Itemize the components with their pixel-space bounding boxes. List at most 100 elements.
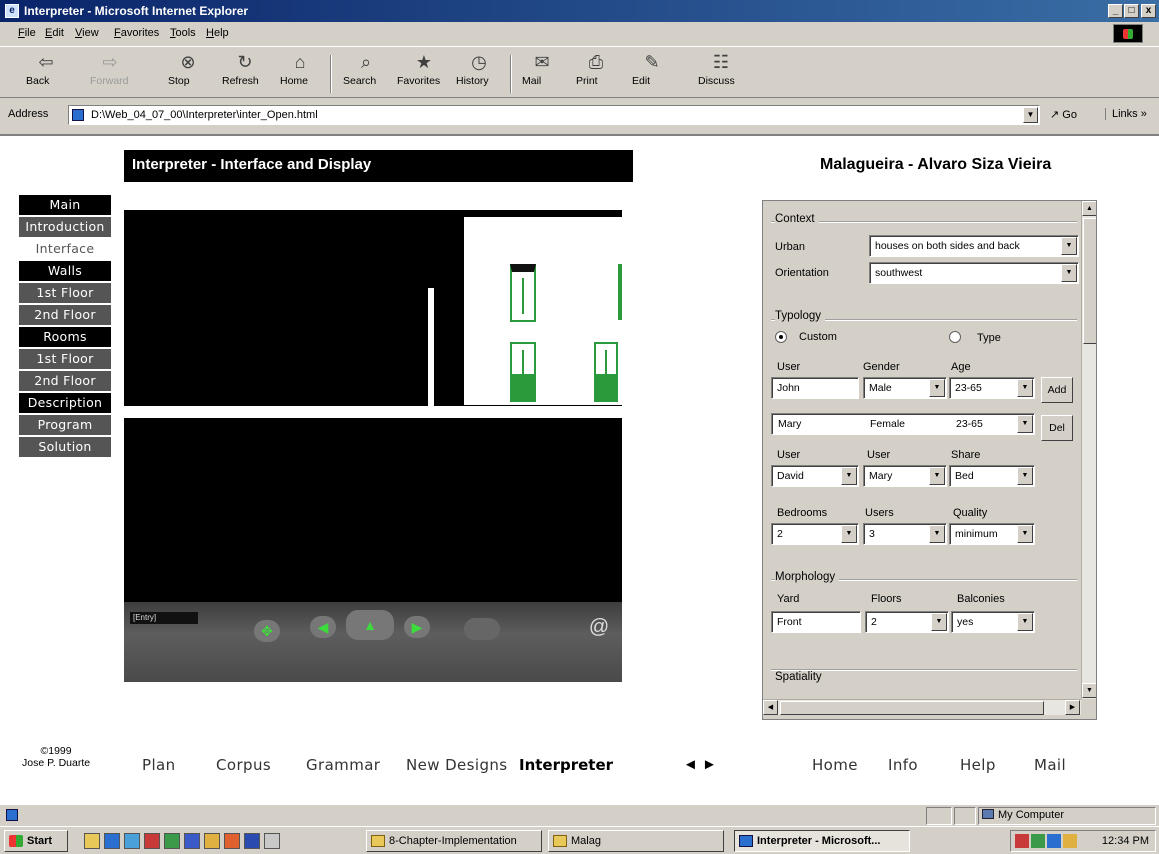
- horizontal-scrollbar[interactable]: ◀ ▶: [763, 699, 1081, 715]
- menu-help[interactable]: Help: [206, 27, 229, 39]
- refresh-button[interactable]: ↻ Refresh: [222, 51, 268, 97]
- quicklaunch-word-icon[interactable]: [244, 833, 260, 849]
- floors-select[interactable]: 2 ▼: [865, 611, 949, 633]
- 3d-viewer[interactable]: [Entry] ✥ ◀ ▲ ▶ @: [124, 210, 622, 682]
- walk-forward-icon[interactable]: ▲: [346, 610, 394, 640]
- custom-radio[interactable]: [775, 331, 787, 343]
- tray-icon[interactable]: [1047, 834, 1061, 848]
- share-user2-select[interactable]: Mary ▼: [863, 465, 947, 487]
- scroll-thumb[interactable]: [1083, 218, 1096, 344]
- nav-main[interactable]: Main: [19, 195, 111, 215]
- prev-next-arrows-icon[interactable]: ◄ ►: [683, 756, 717, 773]
- nav-program[interactable]: Program: [19, 415, 111, 435]
- pan-control-icon[interactable]: ✥: [254, 620, 280, 642]
- back-button[interactable]: ⇦ Back: [26, 51, 66, 97]
- footer-link-corpus[interactable]: Corpus: [216, 756, 271, 774]
- menu-file[interactable]: File: [18, 27, 36, 39]
- quicklaunch-outlook-icon[interactable]: [124, 833, 140, 849]
- footer-link-home[interactable]: Home: [812, 756, 858, 774]
- history-button[interactable]: ◷ History: [456, 51, 502, 97]
- users-count-select[interactable]: 3 ▼: [863, 523, 947, 545]
- menu-favorites[interactable]: Favorites: [114, 27, 159, 39]
- quality-select[interactable]: minimum ▼: [949, 523, 1035, 545]
- tray-icon[interactable]: [1031, 834, 1045, 848]
- footer-link-help[interactable]: Help: [960, 756, 996, 774]
- share-select[interactable]: Bed ▼: [949, 465, 1035, 487]
- quicklaunch-app-icon[interactable]: [204, 833, 220, 849]
- task-button-internet-explorer[interactable]: Interpreter - Microsoft...: [734, 830, 910, 852]
- study-control-icon[interactable]: [464, 618, 500, 640]
- footer-link-plan[interactable]: Plan: [142, 756, 176, 774]
- menu-edit[interactable]: Edit: [45, 27, 64, 39]
- add-user-button[interactable]: Add: [1041, 377, 1073, 403]
- quicklaunch-ie-icon[interactable]: [104, 833, 120, 849]
- minimize-button[interactable]: _: [1108, 4, 1123, 18]
- tray-icon[interactable]: [1015, 834, 1029, 848]
- footer-link-new-designs[interactable]: New Designs: [406, 756, 508, 774]
- quicklaunch-app-icon[interactable]: [144, 833, 160, 849]
- scroll-thumb[interactable]: [780, 701, 1044, 715]
- footer-link-info[interactable]: Info: [888, 756, 918, 774]
- turn-right-icon[interactable]: ▶: [404, 616, 430, 638]
- home-button[interactable]: ⌂ Home: [280, 51, 320, 97]
- quicklaunch-app-icon[interactable]: [184, 833, 200, 849]
- task-button-malag-folder[interactable]: Malag: [548, 830, 724, 852]
- delete-user-button[interactable]: Del: [1041, 415, 1073, 441]
- volume-icon[interactable]: [1063, 834, 1077, 848]
- gender-select[interactable]: Male ▼: [863, 377, 947, 399]
- favorites-button[interactable]: ★ Favorites: [397, 51, 451, 97]
- nav-walls-1st-floor[interactable]: 1st Floor: [19, 283, 111, 303]
- nav-description[interactable]: Description: [19, 393, 111, 413]
- links-button[interactable]: Links »: [1105, 108, 1147, 120]
- forward-button[interactable]: ⇨ Forward: [90, 51, 130, 97]
- scroll-up-icon[interactable]: ▲: [1082, 201, 1096, 216]
- nav-rooms-1st-floor[interactable]: 1st Floor: [19, 349, 111, 369]
- user-list[interactable]: Mary Female 23-65 ▼: [771, 413, 1035, 435]
- nav-walls[interactable]: Walls: [19, 261, 111, 281]
- nav-walls-2nd-floor[interactable]: 2nd Floor: [19, 305, 111, 325]
- nav-rooms-2nd-floor[interactable]: 2nd Floor: [19, 371, 111, 391]
- menu-tools[interactable]: Tools: [170, 27, 196, 39]
- search-button[interactable]: ⌕ Search: [343, 51, 389, 97]
- address-dropdown-icon[interactable]: ▼: [1023, 107, 1038, 123]
- task-button-chapter-folder[interactable]: 8-Chapter-Implementation: [366, 830, 542, 852]
- scroll-down-icon[interactable]: ▼: [1082, 683, 1096, 698]
- share-user1-select[interactable]: David ▼: [771, 465, 859, 487]
- yard-field[interactable]: Front: [771, 611, 861, 633]
- balconies-select[interactable]: yes ▼: [951, 611, 1035, 633]
- type-radio[interactable]: [949, 331, 961, 343]
- nav-solution[interactable]: Solution: [19, 437, 111, 457]
- scroll-left-icon[interactable]: ◀: [763, 700, 778, 715]
- discuss-button[interactable]: ☷ Discuss: [698, 51, 744, 97]
- close-button[interactable]: x: [1141, 4, 1156, 18]
- viewpoint-selector[interactable]: [Entry]: [130, 612, 198, 624]
- address-input[interactable]: D:\Web_04_07_00\Interpreter\inter_Open.h…: [68, 105, 1040, 125]
- taskbar-clock[interactable]: 12:34 PM: [1102, 835, 1149, 847]
- menu-view[interactable]: View: [75, 27, 99, 39]
- scroll-right-icon[interactable]: ▶: [1065, 700, 1080, 715]
- start-button[interactable]: Start: [4, 830, 68, 852]
- turn-left-icon[interactable]: ◀: [310, 616, 336, 638]
- share-header: Share: [951, 449, 981, 461]
- mail-button[interactable]: ✉ Mail: [522, 51, 562, 97]
- urban-select[interactable]: houses on both sides and back ▼: [869, 235, 1079, 257]
- stop-button[interactable]: ⊗ Stop: [168, 51, 208, 97]
- quicklaunch-desktop-icon[interactable]: [84, 833, 100, 849]
- user-name-field[interactable]: John: [771, 377, 859, 399]
- vertical-scrollbar[interactable]: ▲ ▼: [1081, 201, 1096, 699]
- age-select[interactable]: 23-65 ▼: [949, 377, 1035, 399]
- quicklaunch-excel-icon[interactable]: [164, 833, 180, 849]
- go-button[interactable]: ↗ Go: [1050, 108, 1077, 121]
- nav-rooms[interactable]: Rooms: [19, 327, 111, 347]
- bedrooms-select[interactable]: 2 ▼: [771, 523, 859, 545]
- footer-link-grammar[interactable]: Grammar: [306, 756, 380, 774]
- print-button[interactable]: ⎙ Print: [576, 51, 616, 97]
- edit-button[interactable]: ✎ Edit: [632, 51, 672, 97]
- nav-introduction[interactable]: Introduction: [19, 217, 111, 237]
- footer-link-mail[interactable]: Mail: [1034, 756, 1066, 774]
- maximize-button[interactable]: □: [1124, 4, 1139, 18]
- orientation-select[interactable]: southwest ▼: [869, 262, 1079, 284]
- quicklaunch-search-icon[interactable]: [264, 833, 280, 849]
- ie-app-icon[interactable]: e: [5, 4, 19, 18]
- quicklaunch-powerpoint-icon[interactable]: [224, 833, 240, 849]
